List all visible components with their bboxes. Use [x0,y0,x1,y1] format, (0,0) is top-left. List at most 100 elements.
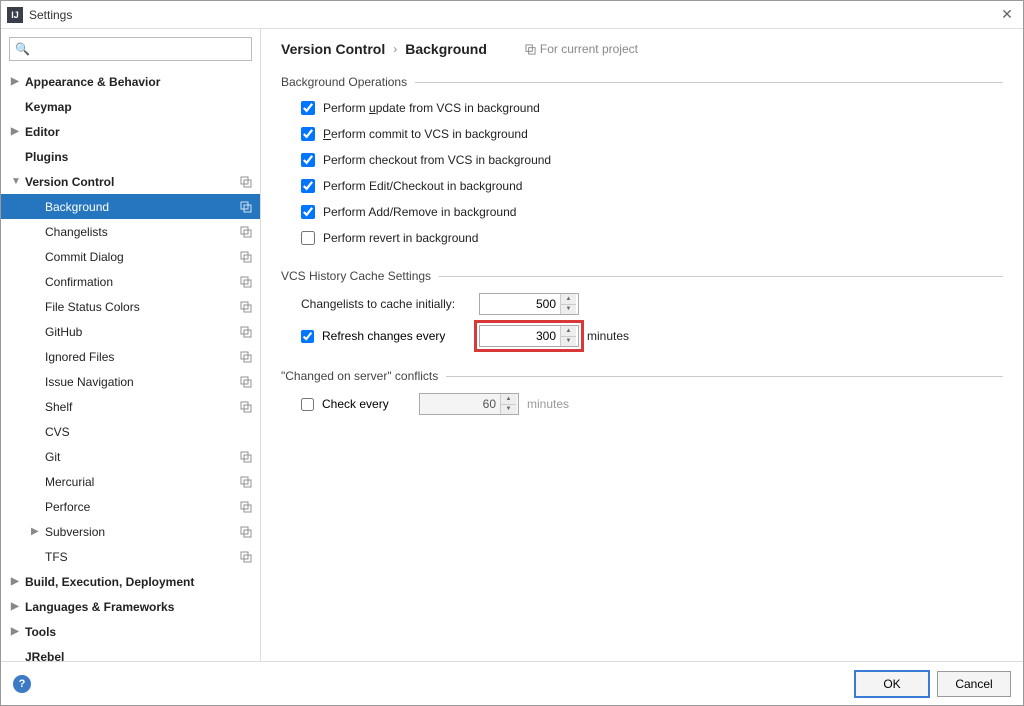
tree-item-github[interactable]: GitHub [1,319,260,344]
bg-op-checkbox[interactable] [301,231,315,245]
tree-item-git[interactable]: Git [1,444,260,469]
bg-op-label[interactable]: Perform Add/Remove in background [323,205,516,219]
tree-item-label: Issue Navigation [45,375,240,389]
tree-item-ignored-files[interactable]: Ignored Files [1,344,260,369]
tree-item-label: GitHub [45,325,240,339]
check-every-checkbox[interactable] [301,398,314,411]
bg-op-label[interactable]: Perform Edit/Checkout in background [323,179,522,193]
bg-op-checkbox[interactable] [301,153,315,167]
tree-item-issue-navigation[interactable]: Issue Navigation [1,369,260,394]
copy-icon [240,276,252,288]
search-input[interactable] [9,37,252,61]
tree-item-label: Background [45,200,240,214]
tree-item-perforce[interactable]: Perforce [1,494,260,519]
bg-op-label[interactable]: Perform checkout from VCS in background [323,153,551,167]
check-every-input [420,394,500,414]
tree-item-build-execution-deployment[interactable]: ▶Build, Execution, Deployment [1,569,260,594]
tree-item-label: Mercurial [45,475,240,489]
tree-arrow-icon: ▶ [11,601,25,612]
tree-item-label: Tools [25,625,260,639]
help-icon[interactable]: ? [13,675,31,693]
spinner-up-icon[interactable]: ▲ [561,326,576,337]
copy-icon [240,201,252,213]
bg-op-check-row: Perform Edit/Checkout in background [301,175,1003,197]
ok-button[interactable]: OK [855,671,929,697]
copy-icon [240,351,252,363]
breadcrumb: Version Control › Background For current… [281,41,1003,57]
refresh-changes-checkbox[interactable] [301,330,314,343]
copy-icon [240,401,252,413]
tree-item-confirmation[interactable]: Confirmation [1,269,260,294]
changelists-cache-spinner[interactable]: ▲▼ [479,293,579,315]
bg-op-checkbox[interactable] [301,127,315,141]
bg-op-checkbox[interactable] [301,205,315,219]
bg-op-check-row: Perform checkout from VCS in background [301,149,1003,171]
bg-op-label[interactable]: Perform revert in background [323,231,478,245]
project-scope-label: For current project [525,42,638,56]
tree-item-label: CVS [45,425,260,439]
tree-arrow-icon: ▼ [11,176,25,187]
tree-item-plugins[interactable]: Plugins [1,144,260,169]
tree-item-label: Shelf [45,400,240,414]
spinner-down-icon[interactable]: ▼ [561,337,576,347]
bg-op-check-row: Perform commit to VCS in background [301,123,1003,145]
tree-item-cvs[interactable]: CVS [1,419,260,444]
content-area: 🔍 ▶Appearance & BehaviorKeymap▶EditorPlu… [1,29,1023,661]
titlebar: IJ Settings ✕ [1,1,1023,29]
tree-item-label: File Status Colors [45,300,240,314]
check-every-label: Check every [322,397,389,411]
bg-op-label[interactable]: Perform update from VCS in background [323,101,540,115]
changelists-cache-input[interactable] [480,294,560,314]
spinner-up-icon[interactable]: ▲ [561,294,576,305]
tree-item-editor[interactable]: ▶Editor [1,119,260,144]
bg-op-checkbox[interactable] [301,179,315,193]
changelists-cache-row: Changelists to cache initially: ▲▼ [301,291,1003,317]
refresh-changes-spinner[interactable]: ▲▼ [479,325,579,347]
tree-item-tfs[interactable]: TFS [1,544,260,569]
tree-item-subversion[interactable]: ▶Subversion [1,519,260,544]
bg-op-checkbox[interactable] [301,101,315,115]
copy-icon [240,376,252,388]
copy-icon [240,226,252,238]
copy-icon [240,176,252,188]
refresh-changes-input[interactable] [480,326,560,346]
tree-item-label: Appearance & Behavior [25,75,260,89]
cancel-button[interactable]: Cancel [937,671,1011,697]
tree-item-shelf[interactable]: Shelf [1,394,260,419]
tree-item-appearance-behavior[interactable]: ▶Appearance & Behavior [1,69,260,94]
tree-item-label: Subversion [45,525,240,539]
bg-op-check-row: Perform revert in background [301,227,1003,249]
tree-item-jrebel[interactable]: JRebel [1,644,260,661]
tree-item-commit-dialog[interactable]: Commit Dialog [1,244,260,269]
tree-item-label: Perforce [45,500,240,514]
tree-item-label: Editor [25,125,260,139]
changelists-cache-label: Changelists to cache initially: [301,297,471,311]
tree-item-label: Commit Dialog [45,250,240,264]
copy-icon [240,301,252,313]
close-icon[interactable]: ✕ [997,5,1017,25]
refresh-changes-row: Refresh changes every ▲▼ minutes [301,323,1003,349]
copy-icon [240,251,252,263]
check-every-suffix: minutes [527,397,569,411]
tree-item-version-control[interactable]: ▼Version Control [1,169,260,194]
bg-op-label[interactable]: Perform commit to VCS in background [323,127,528,141]
refresh-changes-label: Refresh changes every [322,329,445,343]
tree-item-label: Keymap [25,100,260,114]
spinner-down-icon[interactable]: ▼ [561,305,576,315]
tree-item-keymap[interactable]: Keymap [1,94,260,119]
tree-item-tools[interactable]: ▶Tools [1,619,260,644]
tree-item-changelists[interactable]: Changelists [1,219,260,244]
tree-item-mercurial[interactable]: Mercurial [1,469,260,494]
bg-op-check-row: Perform Add/Remove in background [301,201,1003,223]
tree-item-languages-frameworks[interactable]: ▶Languages & Frameworks [1,594,260,619]
tree-item-file-status-colors[interactable]: File Status Colors [1,294,260,319]
settings-window: IJ Settings ✕ 🔍 ▶Appearance & BehaviorKe… [0,0,1024,706]
tree-item-label: JRebel [25,650,260,662]
tree-arrow-icon: ▶ [11,126,25,137]
tree-item-label: Git [45,450,240,464]
breadcrumb-parent[interactable]: Version Control [281,41,385,57]
copy-icon [240,326,252,338]
tree-item-label: Build, Execution, Deployment [25,575,260,589]
tree-item-background[interactable]: Background [1,194,260,219]
tree-item-label: Confirmation [45,275,240,289]
